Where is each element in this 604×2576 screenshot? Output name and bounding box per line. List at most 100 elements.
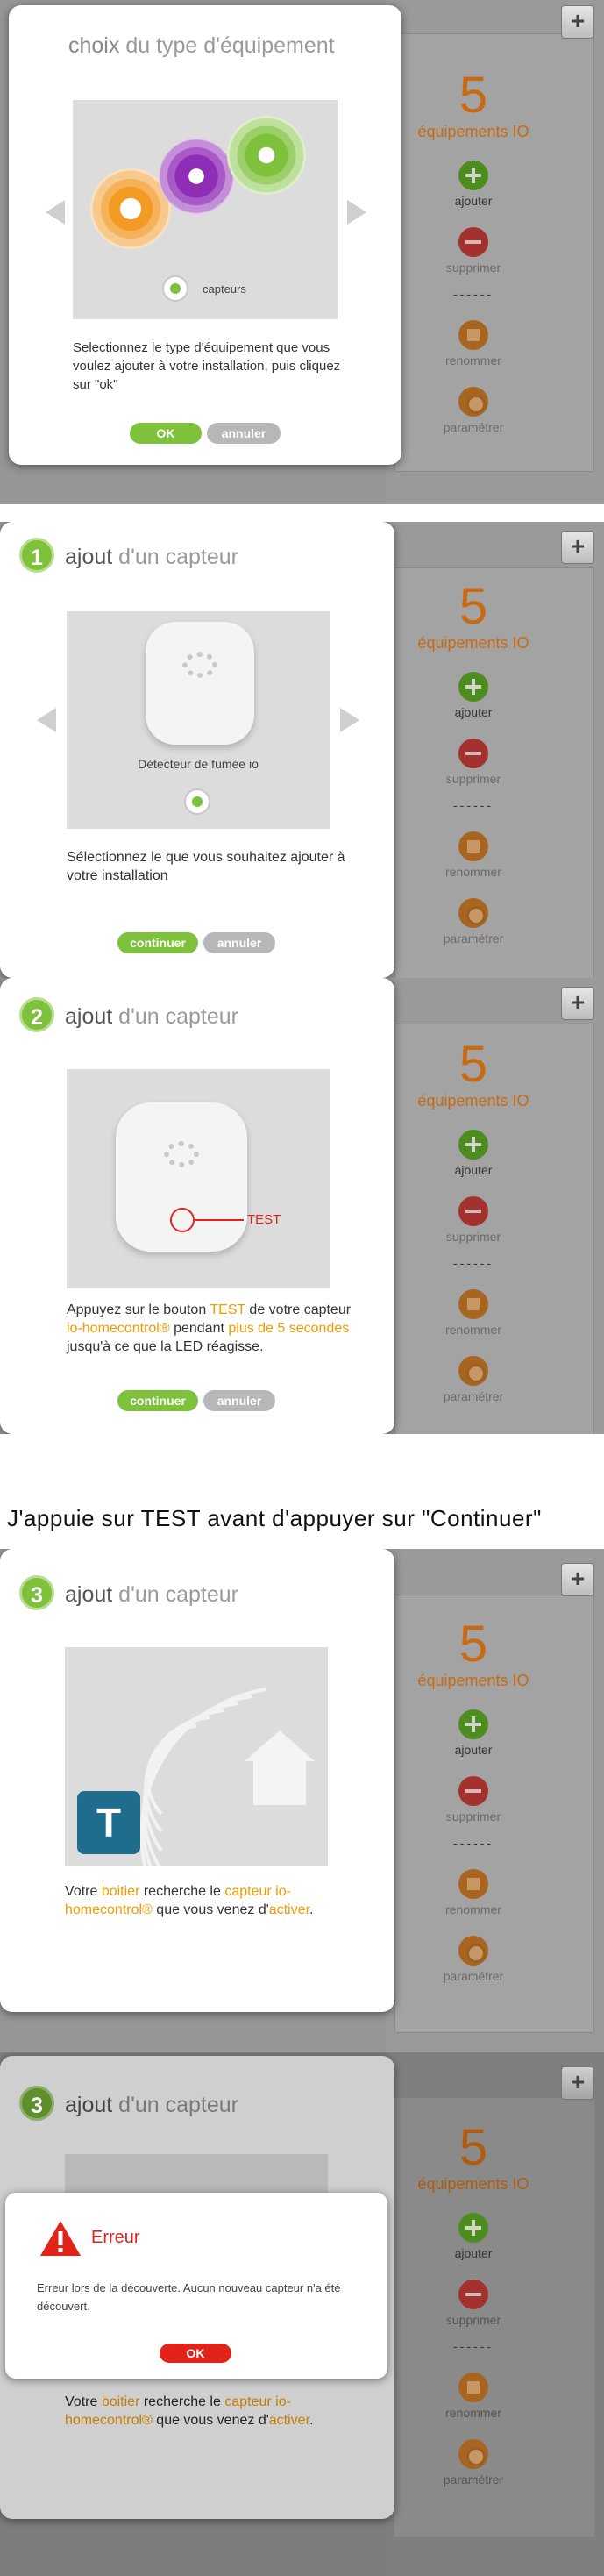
error-dialog: Erreur Erreur lors de la découverte. Auc… <box>5 2193 387 2379</box>
rename-equipment-action[interactable]: renommer <box>386 2373 561 2420</box>
add-panel-button[interactable]: + <box>561 531 594 564</box>
error-title: Erreur <box>91 2228 140 2247</box>
add-panel-button[interactable]: + <box>561 1563 594 1596</box>
search-preview: T <box>65 1647 328 1866</box>
settings-label: paramétrer <box>443 2473 504 2487</box>
equipment-side-panel: 5 équipements IO ajouter supprimer -----… <box>386 1619 561 1984</box>
rename-equipment-action[interactable]: renommer <box>386 320 561 367</box>
settings-equipment-action[interactable]: paramétrer <box>386 1356 561 1403</box>
add-equipment-action[interactable]: ajouter <box>386 2213 561 2260</box>
desc-text: Sélectionnez le <box>67 850 166 865</box>
desc-highlight: activer <box>268 1902 310 1917</box>
dialog-title: ajout d'un capteur <box>65 1582 238 1608</box>
type-radio[interactable] <box>162 275 188 302</box>
delete-label: supprimer <box>445 1809 501 1823</box>
rename-icon <box>458 1869 488 1899</box>
ok-button[interactable]: OK <box>130 423 202 444</box>
settings-equipment-action[interactable]: paramétrer <box>386 1936 561 1983</box>
dialog-description: Votre boitier recherche le capteur io-ho… <box>65 1882 319 1919</box>
delete-equipment-action[interactable]: supprimer <box>386 227 561 275</box>
rename-equipment-action[interactable]: renommer <box>386 1289 561 1337</box>
box-device-icon: T <box>77 1791 140 1854</box>
cancel-button[interactable]: annuler <box>203 1390 275 1411</box>
error-ok-button[interactable]: OK <box>160 2344 231 2363</box>
equipment-side-panel: 5 équipements IO ajouter supprimer -----… <box>386 2123 561 2487</box>
settings-equipment-action[interactable]: paramétrer <box>386 2439 561 2487</box>
equipment-count: 5 <box>458 1036 488 1093</box>
smoke-detector-image <box>146 622 254 745</box>
step-number-badge: 3 <box>19 2086 54 2121</box>
dialog-description: Appuyez sur le bouton TEST de votre capt… <box>67 1301 356 1356</box>
settings-label: paramétrer <box>443 1389 504 1403</box>
add-equipment-action[interactable]: ajouter <box>386 672 561 719</box>
continue-button[interactable]: continuer <box>117 932 198 953</box>
delete-equipment-action[interactable]: supprimer <box>386 2280 561 2327</box>
step-1-screen: + 5 équipements IO ajouter supprimer ---… <box>0 522 604 978</box>
equipment-label: équipements IO <box>417 1672 529 1689</box>
add-equipment-action[interactable]: ajouter <box>386 161 561 208</box>
desc-text: . <box>309 1902 314 1917</box>
gear-icon <box>458 1936 488 1966</box>
minus-icon <box>458 1196 488 1226</box>
previous-arrow-icon[interactable] <box>37 708 56 732</box>
add-sensor-dialog-step-2: 2 ajout d'un capteur TEST Appuyez sur le… <box>0 978 394 1434</box>
minus-icon <box>458 2280 488 2309</box>
delete-equipment-action[interactable]: supprimer <box>386 1196 561 1244</box>
dialog-title: choix du type d'équipement <box>68 33 335 59</box>
rename-icon <box>458 2373 488 2402</box>
dialog-title: ajout d'un capteur <box>65 2093 238 2118</box>
add-equipment-action[interactable]: ajouter <box>386 1709 561 1757</box>
device-radio[interactable] <box>184 788 210 815</box>
desc-highlight: plus de 5 secondes <box>228 1321 350 1336</box>
title-light: d'un capteur <box>118 2093 238 2117</box>
rename-icon <box>458 320 488 350</box>
device-preview: Détecteur de fumée io <box>67 611 330 829</box>
temperature-sensor-icon[interactable] <box>159 139 234 214</box>
equipment-label: équipements IO <box>417 123 529 140</box>
add-label: ajouter <box>454 1163 493 1177</box>
add-panel-button[interactable]: + <box>561 987 594 1020</box>
equipment-side-panel: 5 équipements IO ajouter supprimer -----… <box>386 582 561 946</box>
rename-label: renommer <box>445 353 501 367</box>
rename-equipment-action[interactable]: renommer <box>386 831 561 879</box>
cancel-button[interactable]: annuler <box>207 423 281 444</box>
gear-icon <box>458 2439 488 2469</box>
dialog-title: ajout d'un capteur <box>65 545 238 570</box>
title-strong: ajout <box>65 2093 113 2117</box>
desc-text: recherche le <box>139 2394 225 2409</box>
add-label: ajouter <box>454 1743 493 1757</box>
delete-equipment-action[interactable]: supprimer <box>386 739 561 786</box>
rename-icon <box>458 831 488 861</box>
add-equipment-action[interactable]: ajouter <box>386 1130 561 1177</box>
choose-type-dialog: choix du type d'équipement capteurs Sele… <box>9 5 401 465</box>
next-arrow-icon[interactable] <box>347 200 366 225</box>
add-panel-button[interactable]: + <box>561 5 594 39</box>
desc-text: Votre <box>65 2394 102 2409</box>
desc-text: recherche le <box>139 1884 225 1899</box>
dialog-description: Selectionnez le type d'équipement que vo… <box>73 340 341 392</box>
warning-icon <box>40 2221 81 2256</box>
continue-button[interactable]: continuer <box>117 1390 198 1411</box>
rename-equipment-action[interactable]: renommer <box>386 1869 561 1916</box>
desc-text: Appuyez sur le bouton <box>67 1302 210 1317</box>
light-sensor-icon[interactable] <box>227 116 306 195</box>
previous-arrow-icon[interactable] <box>46 200 65 225</box>
next-arrow-icon[interactable] <box>340 708 359 732</box>
settings-equipment-action[interactable]: paramétrer <box>386 387 561 434</box>
rename-label: renommer <box>445 1902 501 1916</box>
rename-label: renommer <box>445 865 501 879</box>
minus-icon <box>458 227 488 257</box>
desc-text: . <box>309 2413 314 2428</box>
equipment-side-panel: 5 équipements IO ajouter supprimer -----… <box>386 67 561 435</box>
add-panel-button[interactable]: + <box>561 2066 594 2100</box>
equipment-count: 5 <box>458 67 488 124</box>
delete-equipment-action[interactable]: supprimer <box>386 1776 561 1823</box>
add-sensor-dialog-step-1: 1 ajout d'un capteur Détecteur de fumée … <box>0 522 394 978</box>
cancel-button[interactable]: annuler <box>203 932 275 953</box>
separator: ------ <box>453 2339 494 2353</box>
rename-icon <box>458 1289 488 1319</box>
gear-icon <box>458 387 488 417</box>
settings-equipment-action[interactable]: paramétrer <box>386 898 561 945</box>
delete-label: supprimer <box>445 2313 501 2327</box>
desc-highlight: activer <box>268 2413 310 2428</box>
